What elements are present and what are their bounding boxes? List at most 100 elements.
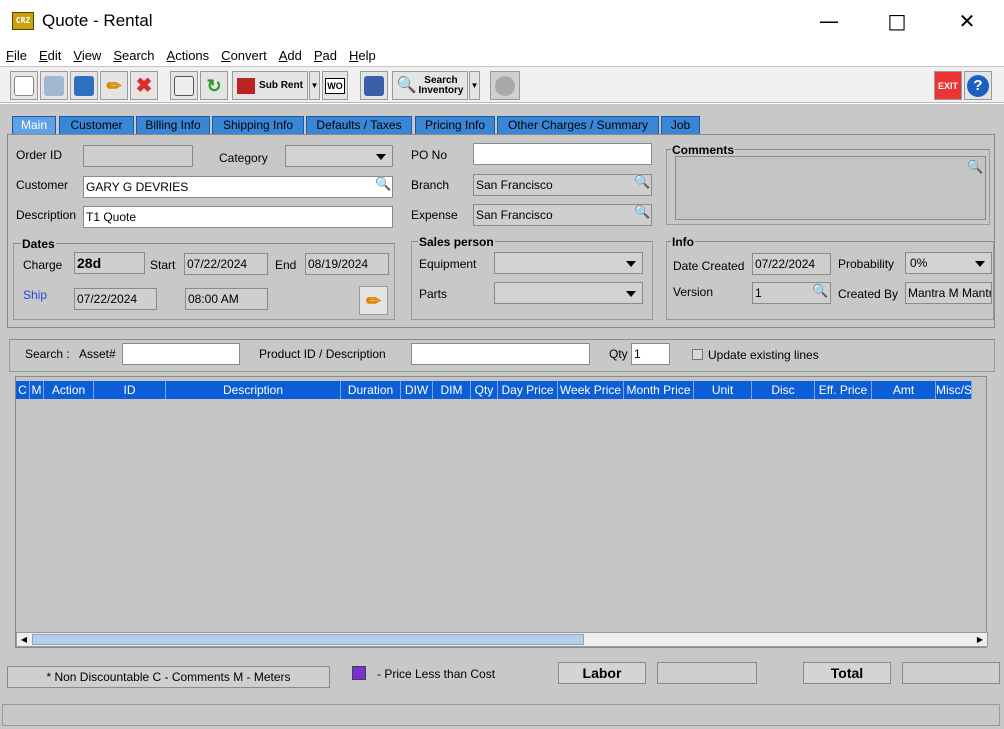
grid-col-description[interactable]: Description [166, 381, 341, 399]
tab-customer[interactable]: Customer [59, 116, 134, 134]
ship-time-field[interactable]: 08:00 AM [185, 288, 268, 310]
disabled-tool-button[interactable] [490, 71, 520, 100]
qty-label: Qty [609, 347, 628, 361]
menu-view[interactable]: View [73, 48, 101, 63]
parts-select[interactable] [494, 282, 643, 304]
sub-rent-button[interactable]: Sub Rent [232, 71, 308, 100]
grid-col-eff-price[interactable]: Eff. Price [815, 381, 872, 399]
close-button[interactable]: ✕ [944, 6, 990, 38]
expense-field[interactable]: San Francisco [473, 204, 652, 226]
factory-icon [237, 77, 256, 94]
menu-actions[interactable]: Actions [167, 48, 210, 63]
start-date-field[interactable]: 07/22/2024 [184, 253, 268, 275]
sub-rent-dropdown[interactable]: ▼ [309, 71, 320, 100]
grid-col-c[interactable]: C [16, 381, 30, 399]
grid-col-action[interactable]: Action [44, 381, 94, 399]
grid-col-dim[interactable]: DIM [433, 381, 471, 399]
refresh-button[interactable]: ↻ [200, 71, 228, 100]
grid-col-amt[interactable]: Amt [872, 381, 936, 399]
product-search-input[interactable] [411, 343, 590, 365]
grid-col-month-price[interactable]: Month Price [624, 381, 694, 399]
scrollbar-thumb[interactable] [32, 634, 584, 645]
grid-col-diw[interactable]: DIW [401, 381, 433, 399]
edit-button[interactable]: ✏ [100, 71, 128, 100]
tab-shipping-info[interactable]: Shipping Info [212, 116, 304, 134]
update-existing-checkbox[interactable] [692, 349, 703, 360]
help-button[interactable]: ? [964, 71, 992, 100]
po-no-field[interactable] [473, 143, 652, 165]
menu-edit[interactable]: Edit [39, 48, 61, 63]
maximize-button[interactable]: □ [874, 6, 920, 38]
minimize-button[interactable]: — [806, 6, 852, 38]
exit-icon: EXIT [937, 80, 958, 91]
tab-billing-info[interactable]: Billing Info [136, 116, 210, 134]
grid-col-week-price[interactable]: Week Price [558, 381, 624, 399]
category-label: Category [219, 151, 268, 165]
menu-help[interactable]: Help [349, 48, 376, 63]
description-field[interactable]: T1 Quote [83, 206, 393, 228]
asset-search-input[interactable] [122, 343, 240, 365]
customer-search-icon[interactable]: 🔍 [375, 178, 391, 192]
pencil-icon: ✏ [365, 290, 382, 311]
end-date-field[interactable]: 08/19/2024 [305, 253, 389, 275]
work-order-button[interactable]: WO [322, 71, 348, 100]
help-icon: ? [967, 74, 989, 97]
created-by-field[interactable]: Mantra M Mantra [905, 282, 992, 304]
delete-x-icon: ✖ [135, 74, 153, 97]
scroll-right-icon[interactable]: ▶ [973, 633, 987, 646]
menu-file[interactable]: File [6, 48, 27, 63]
customer-field[interactable]: GARY G DEVRIES [83, 176, 393, 198]
tab-pricing-info[interactable]: Pricing Info [415, 116, 495, 134]
menu-pad[interactable]: Pad [314, 48, 337, 63]
category-select[interactable] [285, 145, 393, 167]
branch-search-icon[interactable]: 🔍 [634, 176, 650, 190]
edit-ship-button[interactable]: ✏ [359, 286, 388, 315]
expense-search-icon[interactable]: 🔍 [634, 206, 650, 220]
calendar-button[interactable] [170, 71, 198, 100]
keyboard-button[interactable] [360, 71, 388, 100]
labor-value-field [657, 662, 757, 684]
search-inventory-button[interactable]: 🔍 Search Inventory [392, 71, 468, 100]
ship-link[interactable]: Ship [23, 288, 47, 302]
grid-col-id[interactable]: ID [94, 381, 166, 399]
new-document-button[interactable] [10, 71, 38, 100]
horizontal-scrollbar[interactable]: ◀ ▶ [16, 632, 988, 647]
tab-main[interactable]: Main [12, 116, 56, 134]
probability-select[interactable]: 0% [905, 252, 992, 274]
date-created-field[interactable]: 07/22/2024 [752, 253, 831, 275]
tab-defaults-taxes[interactable]: Defaults / Taxes [306, 116, 412, 134]
qty-input[interactable]: 1 [631, 343, 670, 365]
calendar-icon [174, 75, 194, 96]
search-inventory-dropdown[interactable]: ▼ [469, 71, 480, 100]
comments-field[interactable] [675, 156, 986, 220]
ship-date-field[interactable]: 07/22/2024 [74, 288, 157, 310]
grid-col-duration[interactable]: Duration [341, 381, 401, 399]
charge-field[interactable]: 28d [74, 252, 145, 274]
asset-label: Asset# [79, 347, 116, 361]
grid-col-disc[interactable]: Disc [752, 381, 815, 399]
end-label: End [275, 258, 297, 272]
grid-col-day-price[interactable]: Day Price [498, 381, 558, 399]
print-button[interactable] [40, 71, 68, 100]
equipment-select[interactable] [494, 252, 643, 274]
line-items-grid[interactable] [15, 376, 987, 648]
app-logo-icon: CRZ [12, 12, 34, 30]
scroll-left-icon[interactable]: ◀ [17, 633, 31, 646]
menu-convert[interactable]: Convert [221, 48, 267, 63]
branch-field[interactable]: San Francisco [473, 174, 652, 196]
delete-button[interactable]: ✖ [130, 71, 158, 100]
menu-search[interactable]: Search [113, 48, 154, 63]
tab-job[interactable]: Job [661, 116, 700, 134]
grid-col-m[interactable]: M [30, 381, 44, 399]
save-button[interactable] [70, 71, 98, 100]
menu-add[interactable]: Add [279, 48, 302, 63]
version-search-icon[interactable]: 🔍 [812, 285, 828, 299]
exit-button[interactable]: EXIT [934, 71, 962, 100]
grid-col-unit[interactable]: Unit [694, 381, 752, 399]
grid-col-misc-s[interactable]: Misc/S [936, 381, 972, 399]
order-id-field[interactable] [83, 145, 193, 167]
search-label: Search : [25, 347, 70, 361]
tab-other-charges-summary[interactable]: Other Charges / Summary [497, 116, 659, 134]
comments-search-icon[interactable]: 🔍 [967, 161, 983, 175]
grid-col-qty[interactable]: Qty [471, 381, 498, 399]
